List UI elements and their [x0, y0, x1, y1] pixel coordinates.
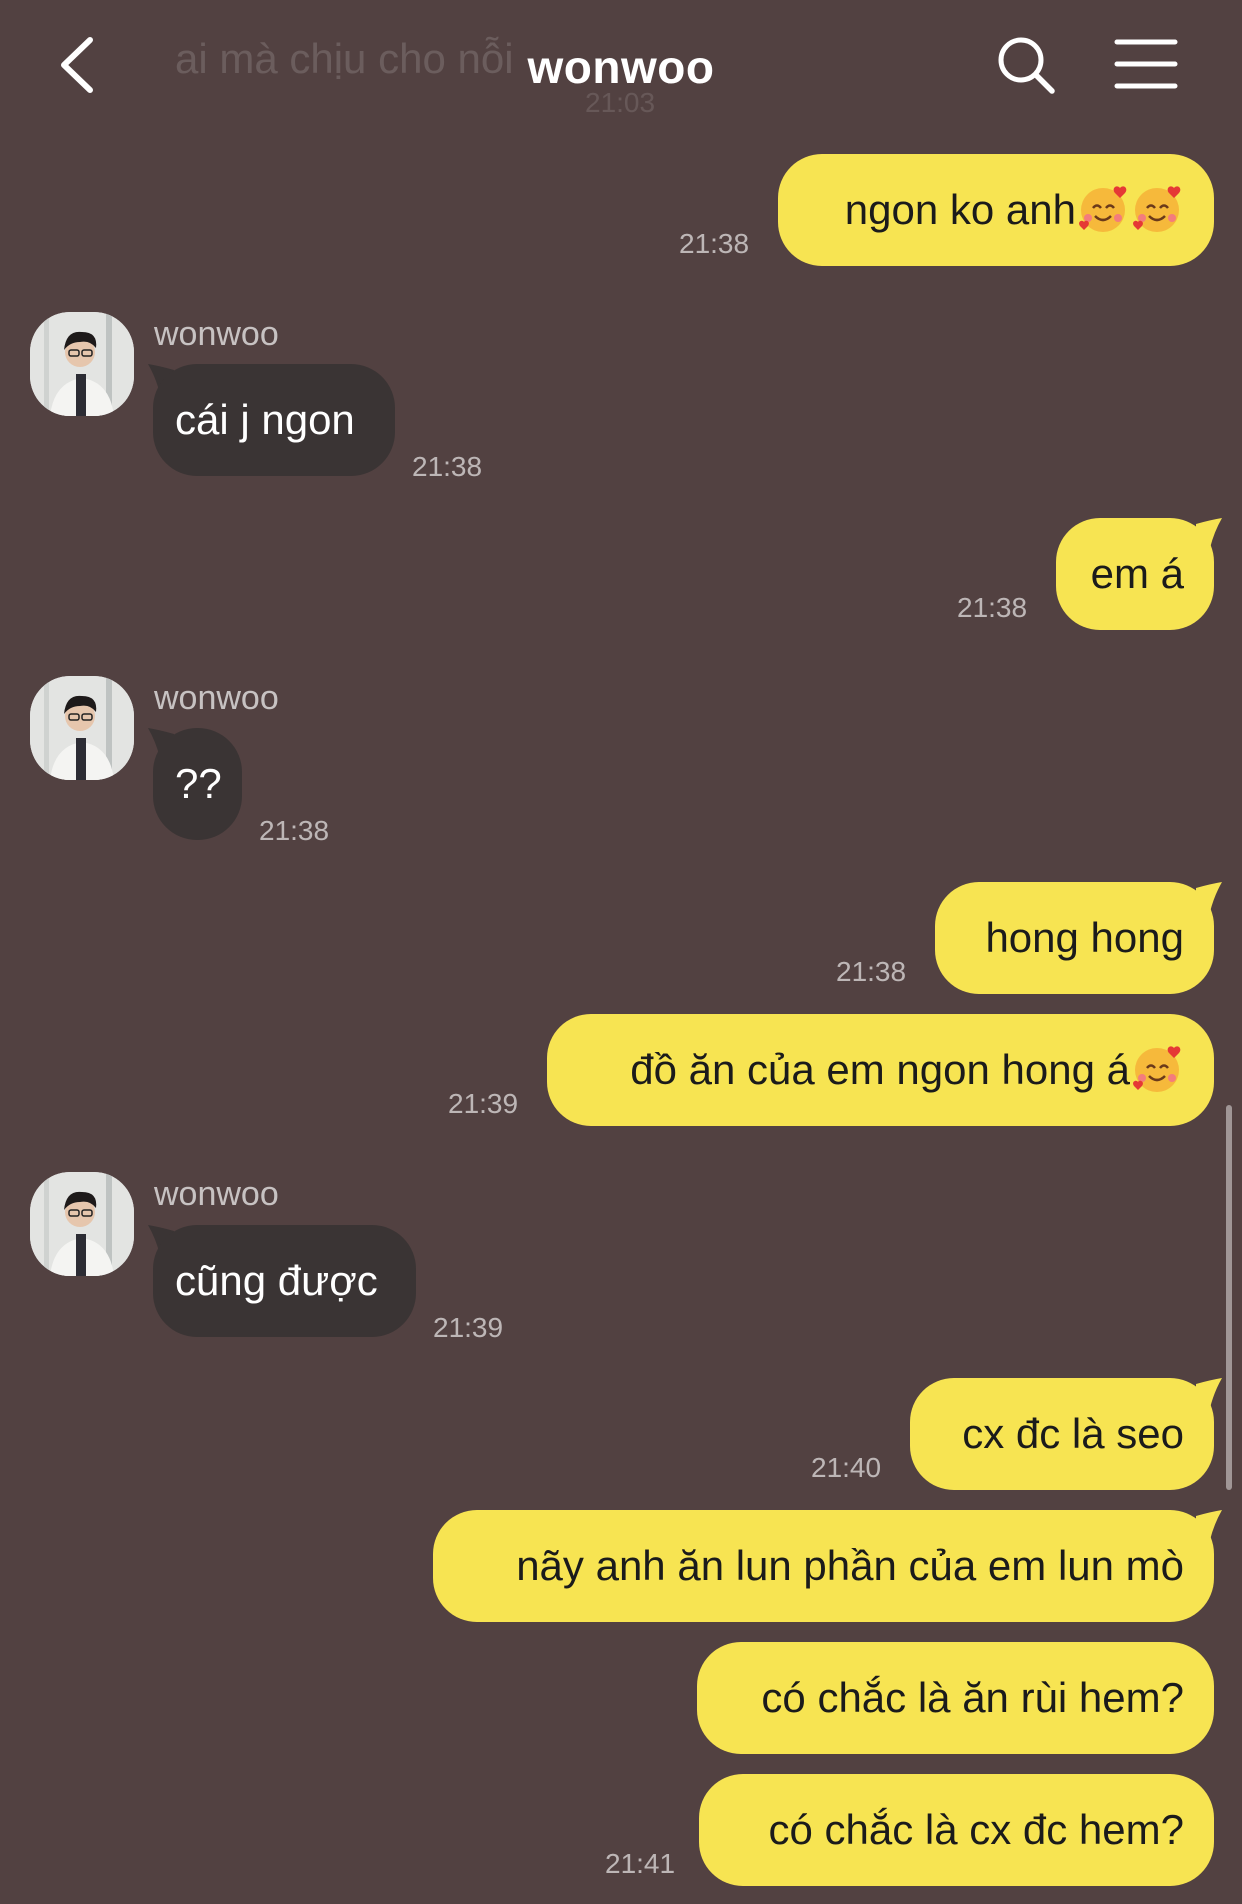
- chat-header: ai mà chịu cho nỗi 21:03 wonwoo: [0, 0, 1242, 130]
- message-text: cái j ngon: [175, 396, 355, 443]
- my-message-bubble[interactable]: hong hong: [935, 882, 1214, 994]
- message-time: 21:39: [433, 1312, 504, 1343]
- message-text: nãy anh ăn lun phần của em lun mò: [516, 1542, 1184, 1589]
- message-time: 21:40: [811, 1452, 882, 1483]
- sender-name: wonwoo: [154, 1175, 279, 1213]
- bubble-tail: [1196, 882, 1222, 912]
- message-text: ??: [175, 760, 222, 807]
- my-message-bubble[interactable]: đồ ăn của em ngon hong á: [547, 1014, 1214, 1126]
- avatar-photo: [30, 1172, 134, 1276]
- menu-button[interactable]: [1113, 36, 1179, 92]
- sender-name: wonwoo: [154, 315, 279, 353]
- message-time: 21:38: [259, 815, 330, 846]
- smiling-face-with-hearts-icon: [1133, 186, 1181, 232]
- their-message-bubble[interactable]: cũng được: [153, 1225, 416, 1337]
- my-message-bubble[interactable]: ngon ko anh: [778, 154, 1214, 266]
- hamburger-menu-icon: [1114, 39, 1178, 89]
- smiling-face-with-hearts-icon: [1133, 1046, 1181, 1092]
- my-message-bubble[interactable]: nãy anh ăn lun phần của em lun mò: [433, 1510, 1214, 1622]
- their-message-bubble[interactable]: cái j ngon: [153, 364, 395, 476]
- contact-avatar[interactable]: [30, 312, 134, 416]
- avatar-photo: [30, 312, 134, 416]
- their-message-bubble[interactable]: ??: [153, 728, 242, 840]
- my-message-bubble[interactable]: có chắc là cx đc hem?: [699, 1774, 1214, 1886]
- message-text: cx đc là seo: [962, 1410, 1184, 1457]
- message-text: có chắc là cx đc hem?: [768, 1806, 1184, 1853]
- message-text: hong hong: [985, 914, 1184, 961]
- my-message-bubble[interactable]: có chắc là ăn rùi hem?: [697, 1642, 1214, 1754]
- bubble-tail: [1196, 1510, 1222, 1540]
- my-message-bubble[interactable]: cx đc là seo: [910, 1378, 1214, 1490]
- message-text: đồ ăn của em ngon hong á: [630, 1046, 1130, 1093]
- bubble-tail: [1196, 518, 1222, 548]
- message-time: 21:38: [836, 956, 907, 987]
- message-time: 21:38: [412, 451, 483, 482]
- contact-avatar[interactable]: [30, 1172, 134, 1276]
- search-icon: [998, 37, 1055, 94]
- bubble-tail: [1196, 1378, 1222, 1408]
- scrollbar[interactable]: [1226, 1105, 1232, 1490]
- message-time: 21:38: [957, 592, 1028, 623]
- message-text: ngon ko anh: [844, 186, 1076, 233]
- search-button[interactable]: [995, 34, 1057, 96]
- my-message-bubble[interactable]: em á: [1056, 518, 1214, 630]
- sender-name: wonwoo: [154, 679, 279, 717]
- message-time: 21:39: [448, 1088, 519, 1119]
- message-time: 21:38: [679, 228, 750, 259]
- message-text: cũng được: [175, 1257, 378, 1304]
- message-time: 21:41: [605, 1848, 676, 1879]
- smiling-face-with-hearts-icon: [1079, 186, 1127, 232]
- message-text: em á: [1090, 550, 1184, 597]
- contact-avatar[interactable]: [30, 676, 134, 780]
- avatar-photo: [30, 676, 134, 780]
- message-text: có chắc là ăn rùi hem?: [761, 1674, 1184, 1721]
